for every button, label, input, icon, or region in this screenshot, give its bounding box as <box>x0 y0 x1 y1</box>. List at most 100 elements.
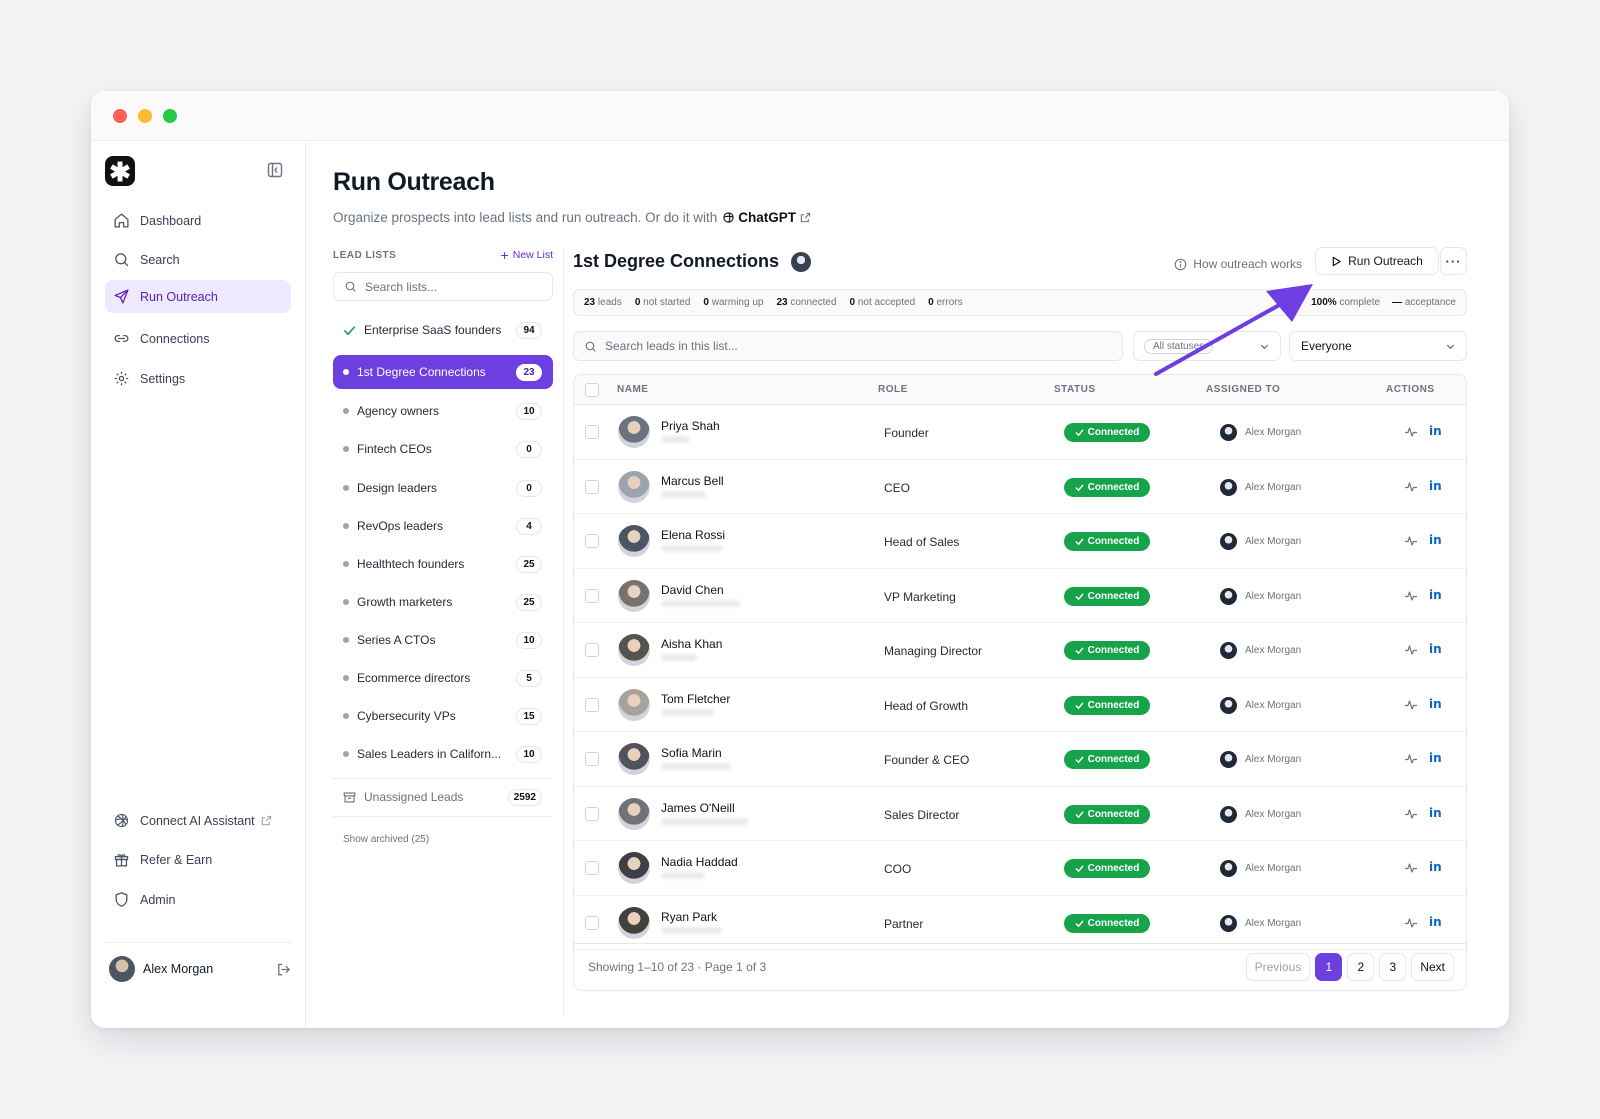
activity-icon[interactable] <box>1404 534 1418 548</box>
table-row[interactable]: Tom Fletcher Head of Growth Connected Alex … <box>574 678 1466 732</box>
status-label: Connected <box>1087 590 1140 602</box>
linkedin-icon[interactable]: in <box>1429 806 1442 820</box>
close-window-button[interactable] <box>113 109 127 123</box>
select-all-checkbox[interactable] <box>585 383 599 397</box>
page-button[interactable]: 2 <box>1347 953 1375 981</box>
minimize-window-button[interactable] <box>138 109 152 123</box>
show-archived-link[interactable]: Show archived (25) <box>343 834 429 845</box>
activity-icon[interactable] <box>1404 807 1418 821</box>
lead-name[interactable]: Tom Fletcher <box>661 692 730 706</box>
row-checkbox[interactable] <box>585 479 599 494</box>
user-profile[interactable]: Alex Morgan <box>109 954 291 984</box>
search-leads-input[interactable]: Search leads in this list... <box>573 331 1123 361</box>
sidebar-collapse-icon[interactable] <box>267 162 283 178</box>
lead-name[interactable]: Aisha Khan <box>661 637 722 651</box>
assignee-filter-select[interactable]: Everyone <box>1289 331 1467 361</box>
nav-run-outreach[interactable]: Run Outreach <box>105 280 291 313</box>
activity-icon[interactable] <box>1404 916 1418 930</box>
linkedin-icon[interactable]: in <box>1429 860 1442 874</box>
how-outreach-works-link[interactable]: How outreach works <box>1174 257 1302 271</box>
previous-page-button[interactable]: Previous <box>1245 953 1311 981</box>
lists-divider <box>333 816 553 817</box>
row-checkbox[interactable] <box>585 643 599 657</box>
lead-list-item[interactable]: Cybersecurity VPs 15 <box>333 699 553 733</box>
app-logo[interactable]: ✱ <box>105 156 135 187</box>
linkedin-icon[interactable]: in <box>1429 915 1442 929</box>
lead-name[interactable]: James O'Neill <box>661 801 735 815</box>
row-checkbox[interactable] <box>585 861 599 875</box>
assignee-filter-value: Everyone <box>1301 339 1352 353</box>
linkedin-icon[interactable]: in <box>1429 424 1442 438</box>
page-button[interactable]: 1 <box>1315 953 1343 981</box>
avatar <box>1220 751 1237 768</box>
search-leads-placeholder: Search leads in this list... <box>605 339 738 353</box>
lead-name[interactable]: Sofia Marin <box>661 746 722 760</box>
linkedin-icon[interactable]: in <box>1429 642 1442 656</box>
lead-list-item[interactable]: Ecommerce directors 5 <box>333 661 553 695</box>
linkedin-icon[interactable]: in <box>1429 697 1442 711</box>
lead-list-item[interactable]: Enterprise SaaS founders 94 <box>333 313 553 347</box>
activity-icon[interactable] <box>1404 861 1418 875</box>
row-checkbox[interactable] <box>585 915 599 930</box>
activity-icon[interactable] <box>1404 752 1418 766</box>
lead-list-item[interactable]: Sales Leaders in Californ... 10 <box>333 737 553 771</box>
table-row[interactable]: Priya Shah Founder Connected Alex Morgan in <box>574 405 1466 460</box>
lead-list-item[interactable]: Series A CTOs 10 <box>333 623 553 657</box>
nav-connect-ai-assistant[interactable]: Connect AI Assistant <box>105 804 291 837</box>
lead-list-item[interactable]: 1st Degree Connections 23 <box>333 355 553 389</box>
row-checkbox[interactable] <box>585 806 599 821</box>
linkedin-icon[interactable]: in <box>1429 533 1442 547</box>
activity-icon[interactable] <box>1404 643 1418 657</box>
table-row[interactable]: Ryan Park Partner Connected Alex Morgan in <box>574 896 1466 950</box>
lead-list-item[interactable]: Agency owners 10 <box>333 394 553 428</box>
row-checkbox[interactable] <box>585 534 599 548</box>
table-row[interactable]: Nadia Haddad COO Connected Alex Morgan in <box>574 841 1466 896</box>
row-checkbox[interactable] <box>585 588 599 603</box>
linkedin-icon[interactable]: in <box>1429 588 1442 602</box>
row-checkbox[interactable] <box>585 425 599 439</box>
lead-name[interactable]: Ryan Park <box>661 910 717 924</box>
run-outreach-button[interactable]: Run Outreach <box>1315 247 1439 275</box>
more-options-button[interactable]: ··· <box>1440 247 1467 275</box>
search-lists-input[interactable]: Search lists... <box>333 272 553 301</box>
linkedin-icon[interactable]: in <box>1429 751 1442 765</box>
status-filter-select[interactable]: All statuses <box>1133 331 1281 361</box>
new-list-button[interactable]: + New List <box>501 248 553 262</box>
nav-connections[interactable]: Connections <box>105 322 291 355</box>
row-checkbox[interactable] <box>585 697 599 712</box>
linkedin-icon[interactable]: in <box>1429 479 1442 493</box>
table-row[interactable]: James O'Neill Sales Director Connected Alex… <box>574 787 1466 841</box>
lead-name[interactable]: Elena Rossi <box>661 528 725 542</box>
chatgpt-link[interactable]: ChatGPT <box>722 210 811 225</box>
nav-admin[interactable]: Admin <box>105 883 291 916</box>
table-row[interactable]: Marcus Bell CEO Connected Alex Morgan in <box>574 460 1466 514</box>
maximize-window-button[interactable] <box>163 109 177 123</box>
search-icon <box>115 253 129 267</box>
lead-list-item[interactable]: Design leaders 0 <box>333 471 553 505</box>
nav-dashboard[interactable]: Dashboard <box>105 204 291 237</box>
lead-name[interactable]: David Chen <box>661 583 724 597</box>
next-page-button[interactable]: Next <box>1411 953 1454 981</box>
lead-name[interactable]: Nadia Haddad <box>661 855 738 869</box>
lead-list-item[interactable]: RevOps leaders 4 <box>333 509 553 543</box>
lead-list-item[interactable]: Healthtech founders 25 <box>333 547 553 581</box>
activity-icon[interactable] <box>1404 589 1418 603</box>
lead-list-item[interactable]: Fintech CEOs 0 <box>333 432 553 466</box>
nav-refer-earn[interactable]: Refer & Earn <box>105 843 291 876</box>
lead-list-item[interactable]: Growth marketers 25 <box>333 585 553 619</box>
activity-icon[interactable] <box>1404 698 1418 712</box>
lead-name[interactable]: Priya Shah <box>661 419 720 433</box>
activity-icon[interactable] <box>1404 480 1418 494</box>
unassigned-leads-item[interactable]: Unassigned Leads 2592 <box>333 780 553 814</box>
activity-icon[interactable] <box>1404 425 1418 439</box>
nav-settings[interactable]: Settings <box>105 362 291 395</box>
table-row[interactable]: Elena Rossi Head of Sales Connected Alex Mo… <box>574 514 1466 569</box>
page-button[interactable]: 3 <box>1379 953 1407 981</box>
table-row[interactable]: David Chen VP Marketing Connected Alex Morg… <box>574 569 1466 623</box>
table-row[interactable]: Aisha Khan Managing Director Connected Alex… <box>574 623 1466 678</box>
row-checkbox[interactable] <box>585 752 599 766</box>
logout-icon[interactable] <box>276 962 291 977</box>
nav-search[interactable]: Search <box>105 243 291 276</box>
table-row[interactable]: Sofia Marin Founder & CEO Connected Alex Mo… <box>574 732 1466 787</box>
lead-name[interactable]: Marcus Bell <box>661 474 724 488</box>
